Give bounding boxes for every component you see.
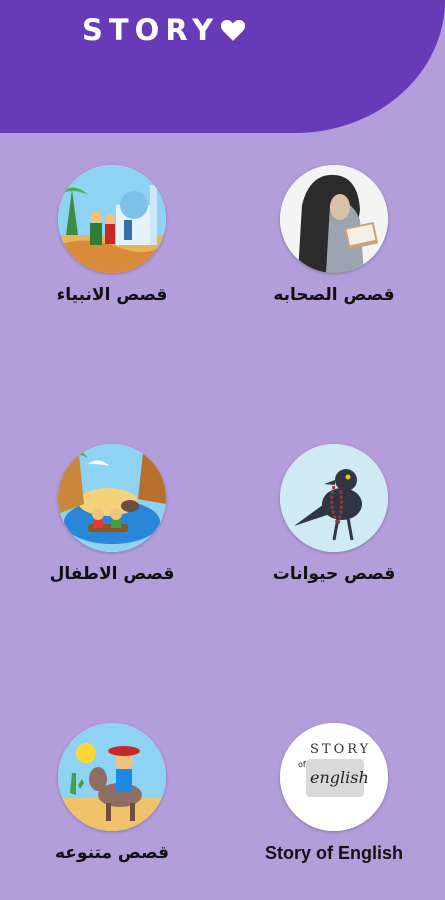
category-label: Story of English [264, 843, 403, 863]
category-card-animals[interactable]: قصص حيوانات [234, 444, 434, 604]
category-card-prophets[interactable]: قصص الانبياء [12, 165, 212, 325]
svg-text:STORY: STORY [310, 742, 371, 757]
crow-illustration [280, 444, 388, 552]
category-label: قصص حيوانات [272, 564, 396, 584]
mosque-illustration [58, 165, 166, 273]
category-card-kids[interactable]: قصص الاطفال [12, 444, 212, 604]
category-card-companions[interactable]: قصص الصحابه [234, 165, 434, 325]
svg-text:of: of [298, 760, 306, 769]
heart-icon [220, 19, 246, 41]
app-title-text: STORY [82, 13, 220, 47]
app-title: STORY [82, 10, 246, 50]
category-label: قصص الاطفال [49, 564, 175, 584]
category-label: قصص الصحابه [273, 285, 395, 305]
svg-text:english: english [310, 768, 369, 787]
island-kids-illustration [58, 444, 166, 552]
category-card-various[interactable]: قصص متنوعه [12, 723, 212, 883]
category-card-english[interactable]: STORY english of Story of English [234, 723, 434, 883]
story-of-english-logo: STORY english of [280, 723, 388, 831]
reading-woman-illustration [280, 165, 388, 273]
category-label: قصص الانبياء [56, 285, 168, 305]
app-header: STORY [0, 0, 445, 133]
donkey-rider-illustration [58, 723, 166, 831]
category-label: قصص متنوعه [55, 843, 169, 863]
